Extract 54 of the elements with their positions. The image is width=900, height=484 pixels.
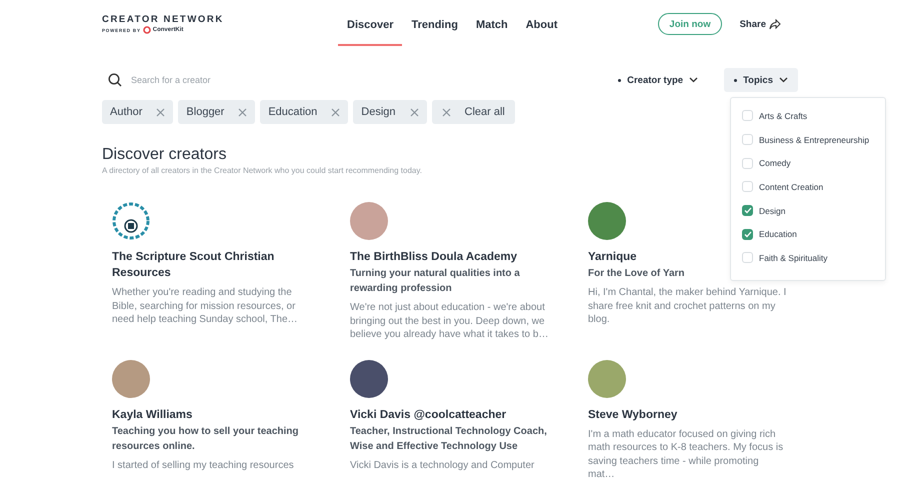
creator-tagline: For the Love of Yarn (588, 267, 686, 281)
remove-icon[interactable] (410, 108, 419, 116)
brand-logo-icon (142, 26, 151, 34)
creator-description: Vicki Davis is a technology and Computer (350, 458, 536, 472)
avatar-photo-placeholder (112, 360, 150, 398)
filter-chip-label: Author (110, 106, 142, 118)
topic-option[interactable]: Comedy (759, 158, 791, 168)
nav-tab[interactable]: Match (466, 2, 517, 46)
creator-tagline: Teaching you how to sell your teaching resources online. (112, 424, 300, 454)
topic-option[interactable]: Business & Entrepreneurship (759, 134, 870, 145)
creator-description: I started of selling my teaching resources (112, 458, 295, 472)
avatar-photo-placeholder (588, 360, 626, 398)
remove-icon[interactable] (156, 108, 166, 116)
search-icon[interactable] (108, 73, 122, 87)
close-icon (442, 108, 451, 116)
chevron-down-icon (779, 77, 788, 83)
chevron-down-icon (689, 77, 698, 83)
avatar-photo-placeholder (350, 202, 388, 240)
creator-name[interactable]: Steve Wyborney (588, 406, 788, 422)
filter-chip-label: Design (361, 106, 396, 118)
creator-logo-icon (112, 202, 150, 240)
filter-chip-label: Education (268, 106, 318, 118)
creator-description: I'm a math educator focused on giving rich math resources to K-8 teachers. My focus is saving teachers time - while promoting mat… (588, 428, 784, 482)
topic-option[interactable]: Arts & Crafts (759, 110, 808, 121)
avatar-photo-placeholder (350, 360, 388, 398)
creator-description: We're not just about education - we're about bringing out the best in you. Deep down, we believe you already have what it takes to b… (350, 301, 550, 342)
topic-option[interactable]: Content Creation (759, 182, 824, 192)
topic-option[interactable]: Education (759, 229, 797, 240)
creator-name[interactable]: The Scripture Scout Christian Resources (112, 249, 312, 281)
page-heading: Discover creators (102, 146, 226, 164)
creator-description: Hi, I'm Chantal, the maker behind Yarnique. I share free knit and crochet patterns on my blog. (588, 286, 788, 326)
avatar-photo-placeholder (588, 202, 626, 240)
creator-name[interactable]: Vicki Davis @coolcatteacher (350, 406, 550, 422)
nav-tab[interactable]: Trending (402, 2, 467, 46)
logo-title[interactable]: CREATOR NETWORK (102, 14, 338, 25)
creator-name[interactable]: Kayla Williams (112, 406, 312, 422)
remove-icon[interactable] (238, 108, 248, 116)
clear-all-button[interactable]: Clear all (432, 100, 515, 124)
nav-tab[interactable]: Discover (338, 2, 402, 46)
topic-option[interactable]: Design (759, 206, 786, 216)
creator-tagline: Turning your natural qualities into a rewarding profession (350, 267, 521, 296)
share-button[interactable]: Share (734, 18, 787, 30)
checkbox[interactable] (742, 205, 753, 216)
share-icon[interactable] (769, 18, 781, 30)
checkbox[interactable] (742, 228, 753, 240)
filter-chip-label: Blogger (186, 106, 224, 118)
page-subheading: A directory of all creators in the Creator Network who you could start recommending today. (102, 166, 422, 175)
creator-name[interactable]: The BirthBliss Doula Academy (350, 249, 550, 265)
topic-option[interactable]: Faith & Spirituality (759, 252, 828, 263)
remove-icon[interactable] (331, 108, 340, 116)
filter-dropdown[interactable]: Topics (724, 68, 798, 92)
nav-tab[interactable]: About (516, 2, 566, 46)
creator-tagline: Teacher, Instructional Technology Coach, Wise and Effective Technology Use (350, 424, 548, 454)
creator-description: Whether you're reading and studying the Bible, searching for mission resources, or need help teaching Sunday school, The… (112, 286, 299, 326)
